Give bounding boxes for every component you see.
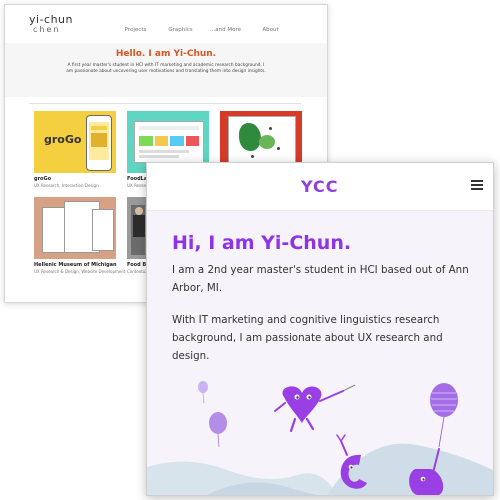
project-subtitle-hellenic: UX Research & Design, Website Developmen… — [34, 269, 126, 274]
old-portfolio-header: yi-chun chen Projects Graphics ...and Mo… — [5, 5, 327, 43]
laptop-mockup — [134, 121, 204, 163]
old-portfolio-logo[interactable]: yi-chun chen — [29, 14, 73, 34]
nav-more[interactable]: ...and More — [203, 27, 248, 33]
nav-projects[interactable]: Projects — [113, 27, 158, 33]
project-tile-grogo[interactable]: groGo — [34, 111, 116, 173]
project-title-grogo[interactable]: groGo — [34, 176, 51, 182]
heart-character-icon — [282, 386, 322, 423]
hero-illustration — [147, 381, 493, 495]
grogo-logo-text: groGo — [44, 133, 82, 146]
project-title-hellenic[interactable]: Hellenic Museum of Michigan — [34, 262, 117, 268]
ycc-logo[interactable]: YCC — [301, 177, 339, 196]
page-title: Hi, I am Yi-Chun. — [172, 232, 352, 254]
phone-mockup — [86, 115, 112, 171]
balloon-small-icon — [198, 381, 208, 393]
nav-about[interactable]: About — [248, 27, 293, 33]
new-portfolio-header: YCC — [147, 163, 493, 211]
project-tile-hellenic[interactable] — [34, 197, 116, 259]
old-portfolio-nav: Projects Graphics ...and More About — [113, 27, 293, 33]
balloon-icon — [209, 412, 227, 434]
old-hero-title: Hello. I am Yi-Chun. — [115, 49, 217, 59]
nav-graphics[interactable]: Graphics — [158, 27, 203, 33]
project-subtitle-grogo: UX Research, Interaction Design — [34, 183, 99, 188]
body-text: With IT marketing and cognitive linguist… — [172, 314, 443, 362]
intro-text: I am a 2nd year master's student in HCI … — [172, 264, 469, 294]
logo-line-2: chen — [33, 25, 61, 34]
striped-balloon-icon — [430, 383, 458, 417]
new-portfolio-window: YCC Hi, I am Yi-Chun. I am a 2nd year ma… — [146, 162, 494, 496]
old-hero: Hello. I am Yi-Chun. A first year master… — [5, 43, 327, 97]
old-hero-text: A first year master's student in HCI wit… — [66, 63, 266, 75]
hamburger-icon[interactable] — [471, 180, 483, 190]
divider — [29, 103, 301, 104]
